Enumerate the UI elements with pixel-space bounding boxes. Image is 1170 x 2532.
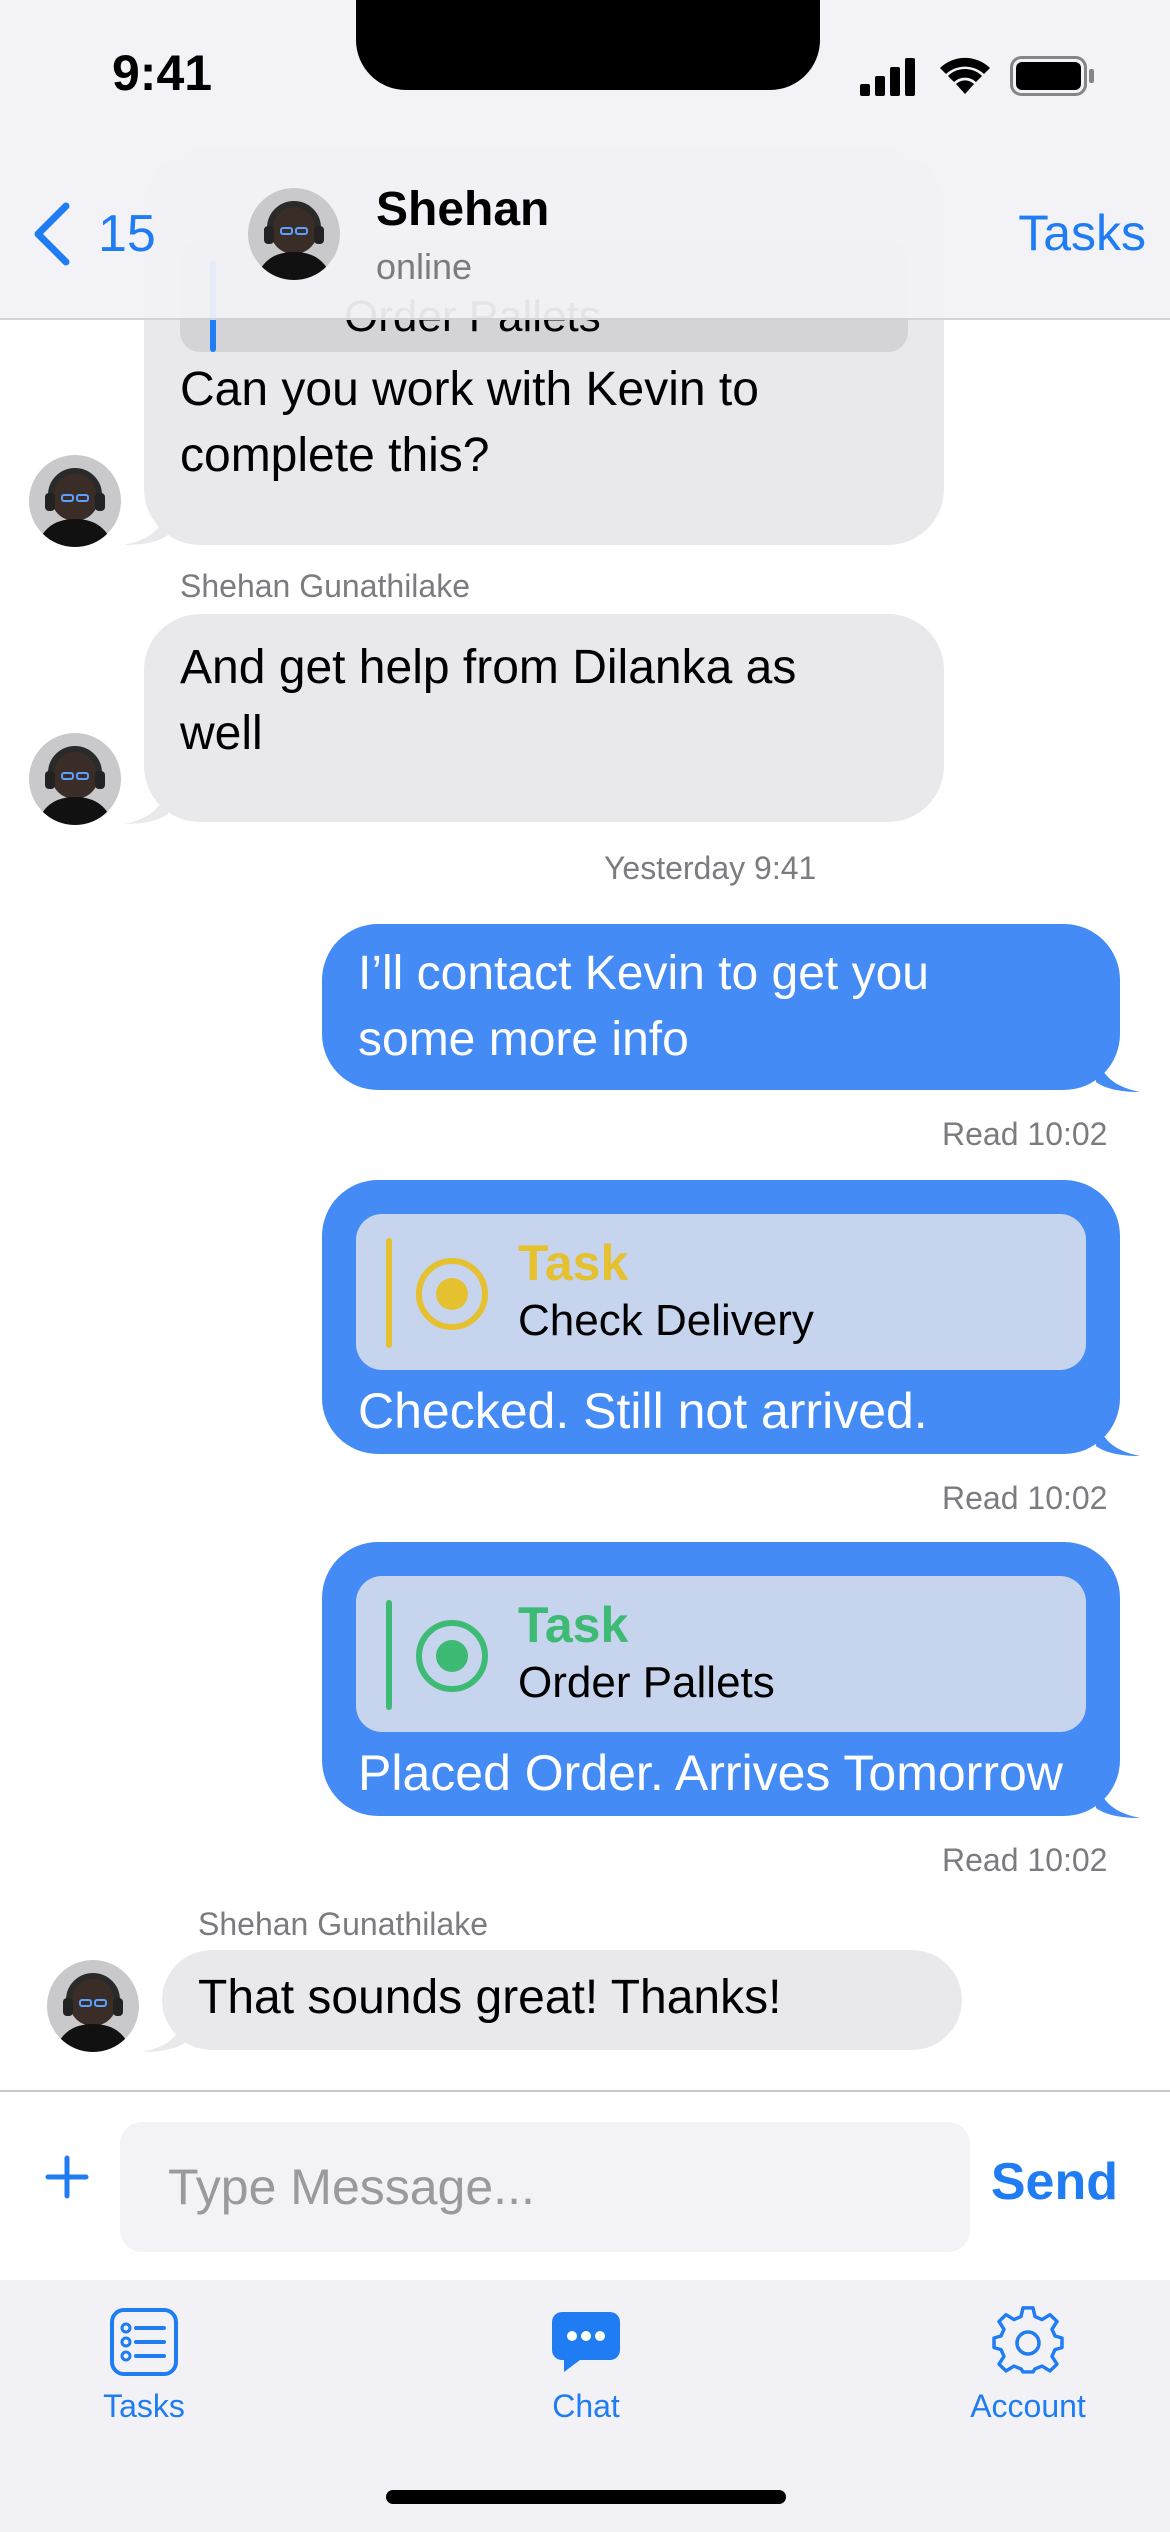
tab-label: Chat [552,2388,620,2424]
camera-notch [356,0,820,90]
contact-name[interactable]: Shehan [376,182,549,237]
message-text: some more info [358,1013,689,1066]
read-receipt: Read 10:02 [942,1842,1108,1878]
message-text: complete this? [180,429,490,482]
avatar-image [47,1960,139,2052]
home-indicator [386,2490,786,2504]
status-bar-time: 9:41 [112,45,213,101]
tab-label: Account [970,2388,1086,2424]
read-receipt: Read 10:02 [942,1116,1108,1152]
tab-label: Tasks [103,2388,185,2424]
contact-status: online [376,246,473,287]
back-button-count[interactable]: 15 [98,204,156,264]
avatar[interactable] [29,455,121,547]
battery-icon [1010,56,1094,96]
tab-bar: Tasks Chat Account [0,2280,1170,2532]
message-text: That sounds great! Thanks! [198,1971,782,2024]
sender-name: Shehan Gunathilake [198,1906,488,1942]
message-text: Can you work with Kevin to [180,363,759,416]
bubble-tail [1096,1778,1140,1818]
tasks-button[interactable]: Tasks [1018,204,1146,262]
task-status-icon [416,1258,488,1330]
task-name: Check Delivery [518,1296,814,1345]
timestamp: Yesterday 9:41 [604,850,817,886]
message-text: well [180,707,263,760]
sender-name: Shehan Gunathilake [180,568,470,604]
read-receipt: Read 10:02 [942,1480,1108,1516]
plus-icon[interactable] [44,2154,90,2200]
task-accent-bar [386,1238,392,1348]
task-label: Task [518,1597,629,1653]
send-button[interactable]: Send [991,2152,1118,2212]
avatar-image [29,733,121,825]
task-name: Order Pallets [518,1658,775,1707]
task-card[interactable]: Task Order Pallets [356,1576,1086,1732]
bubble-tail [124,505,168,545]
avatar-image [248,188,340,280]
wifi-icon [940,57,990,94]
contact-avatar[interactable] [248,188,340,280]
bubble-tail [1096,1052,1140,1092]
tab-chat[interactable]: Chat [466,2306,706,2456]
bubble-tail [124,784,168,824]
task-status-icon [416,1620,488,1692]
message-input[interactable] [120,2122,970,2252]
message-text: I’ll contact Kevin to get you [358,947,929,1000]
message-text: And get help from Dilanka as [180,641,797,694]
task-card[interactable]: Task Check Delivery [356,1214,1086,1370]
tab-tasks[interactable]: Tasks [24,2306,264,2456]
bubble-tail [1096,1416,1140,1456]
avatar[interactable] [29,733,121,825]
nav-header: 9:41 15 Shehan online Tasks [0,0,1170,320]
message-text: Checked. Still not arrived. [358,1383,928,1439]
list-icon [110,2308,178,2376]
avatar-image [29,455,121,547]
tab-account[interactable]: Account [908,2306,1148,2456]
gear-icon [992,2306,1064,2374]
message-composer: Send [0,2090,1170,2280]
task-accent-bar [386,1600,392,1710]
avatar[interactable] [47,1960,139,2052]
cellular-signal-icon [860,58,915,96]
bubble-tail [142,2012,186,2052]
chat-bubble-icon [552,2312,620,2372]
message-text: Placed Order. Arrives Tomorrow [358,1745,1063,1801]
task-label: Task [518,1235,629,1291]
back-chevron-icon[interactable] [28,200,76,268]
